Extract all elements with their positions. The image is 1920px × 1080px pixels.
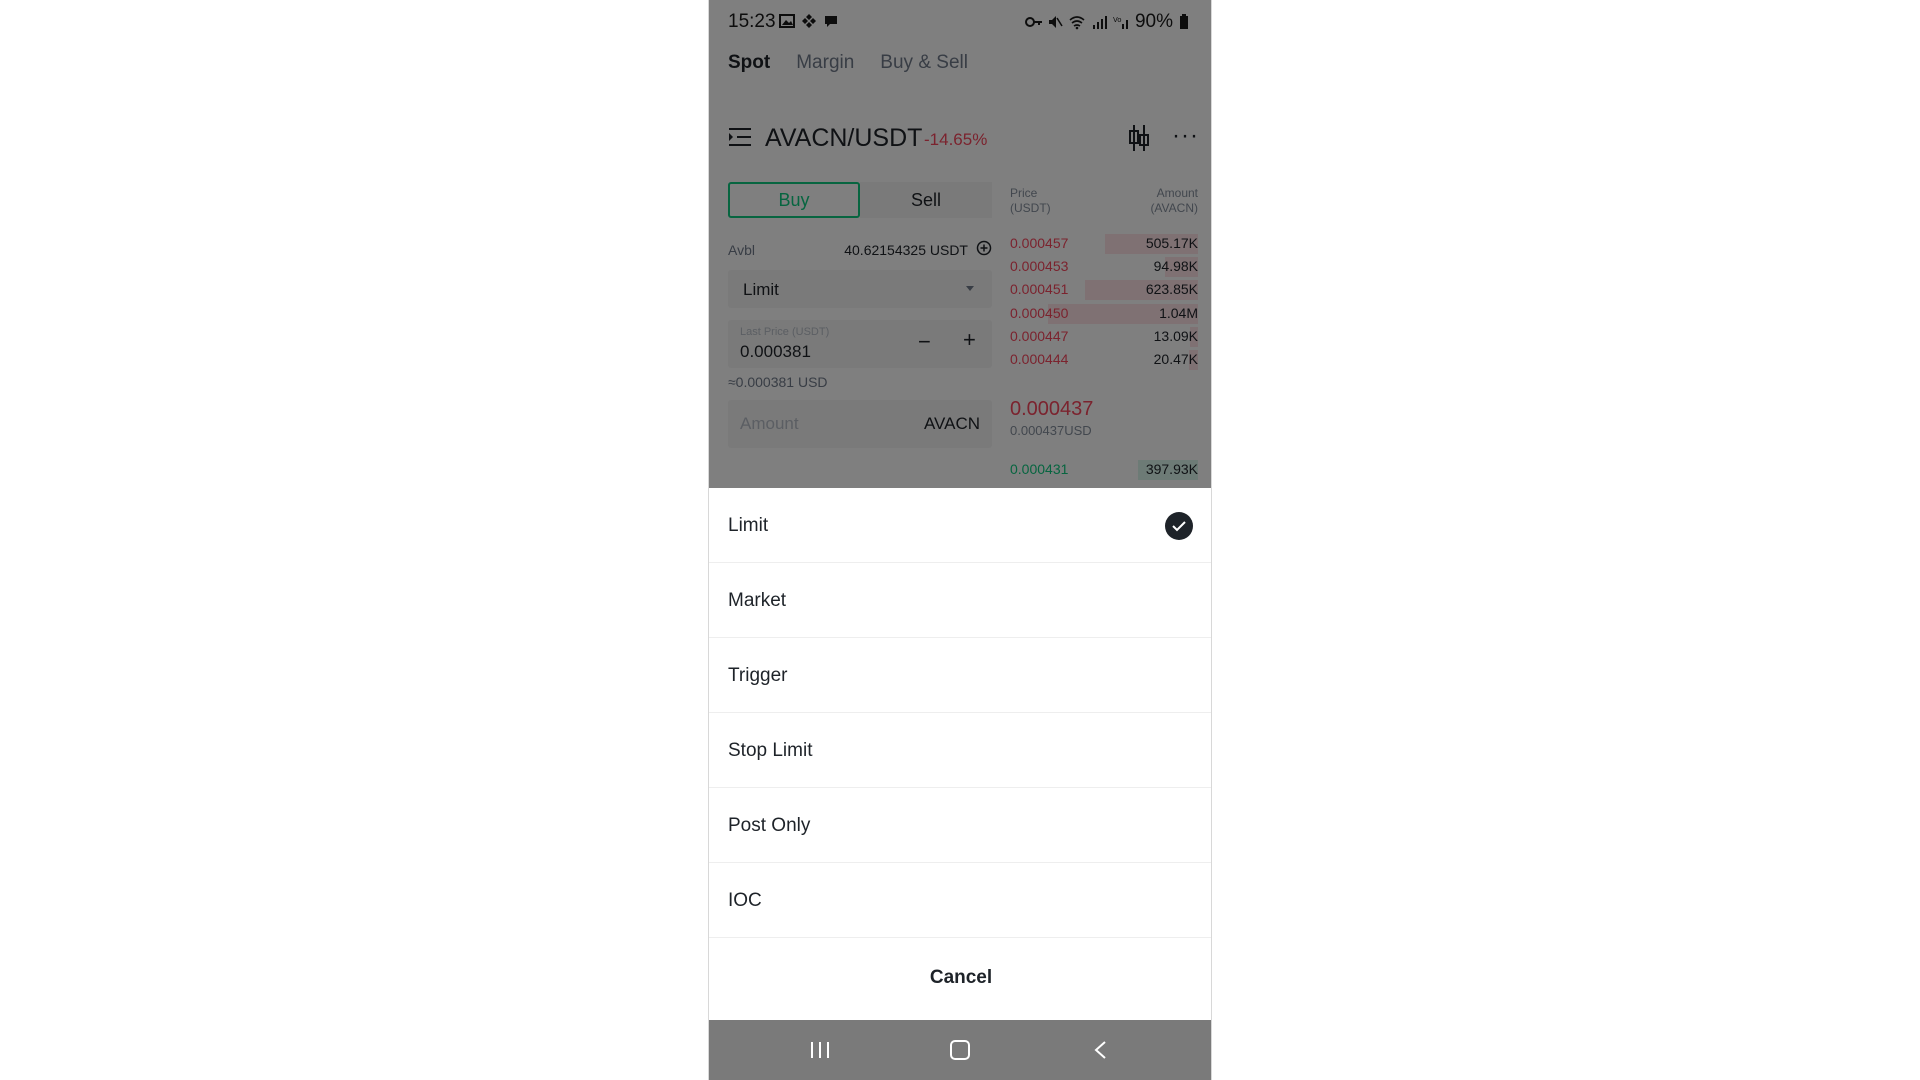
option-post-only[interactable]: Post Only	[709, 788, 1211, 863]
option-market[interactable]: Market	[709, 563, 1211, 638]
option-ioc[interactable]: IOC	[709, 863, 1211, 938]
back-icon[interactable]	[1093, 1040, 1109, 1065]
check-icon	[1165, 512, 1193, 540]
recent-apps-icon[interactable]	[809, 1040, 831, 1065]
option-label: Trigger	[728, 665, 788, 686]
option-label: Stop Limit	[728, 740, 813, 761]
phone-screen: 15:23 Vo 90% Spot Margin Buy & Sell	[708, 0, 1212, 1080]
option-trigger[interactable]: Trigger	[709, 638, 1211, 713]
option-label: IOC	[728, 890, 762, 911]
home-icon[interactable]	[949, 1040, 971, 1065]
option-label: Post Only	[728, 815, 811, 836]
option-limit[interactable]: Limit	[709, 488, 1211, 563]
option-label: Market	[728, 590, 787, 611]
trading-screen: 15:23 Vo 90% Spot Margin Buy & Sell	[709, 0, 1211, 488]
order-type-sheet: Limit Market Trigger Stop Limit Post Onl…	[709, 488, 1211, 1020]
modal-overlay[interactable]	[709, 0, 1211, 488]
system-nav-bar	[709, 1020, 1211, 1080]
option-stop-limit[interactable]: Stop Limit	[709, 713, 1211, 788]
cancel-button[interactable]: Cancel	[709, 938, 1211, 1018]
option-label: Limit	[728, 515, 769, 536]
